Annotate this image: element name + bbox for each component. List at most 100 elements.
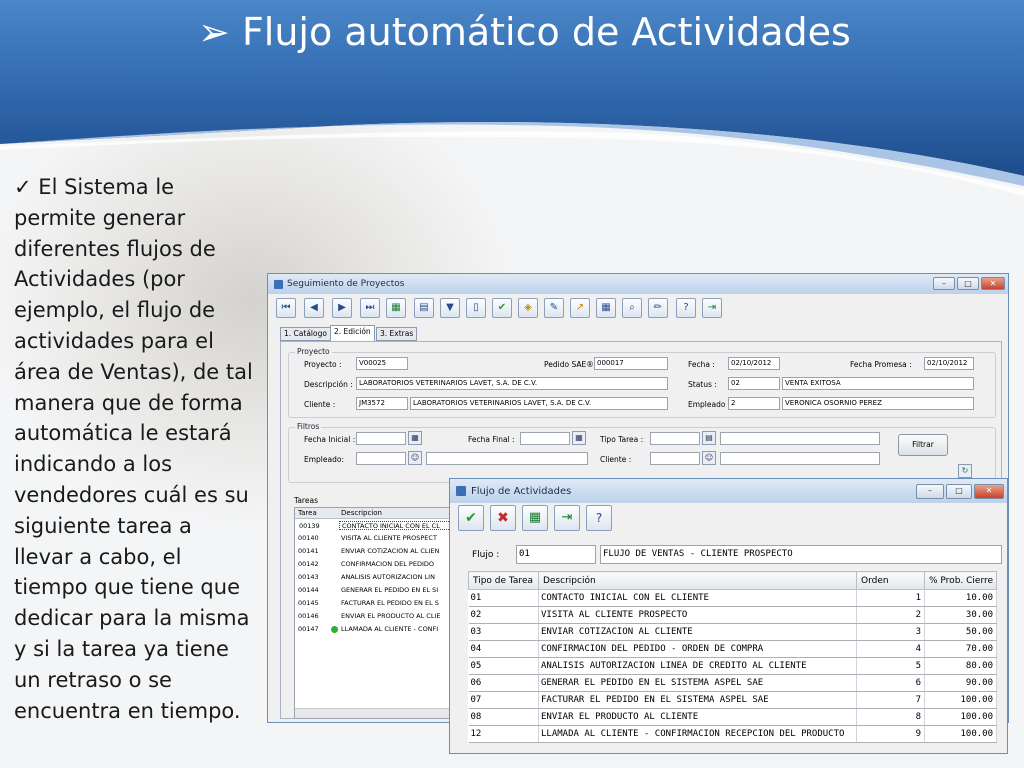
list-icon[interactable]: ▤ bbox=[702, 431, 716, 445]
col-tipo-tarea[interactable]: Tipo de Tarea bbox=[468, 571, 539, 590]
maximize-button[interactable]: □ bbox=[957, 277, 979, 290]
package-icon[interactable]: ◈ bbox=[518, 298, 538, 318]
filter-icon[interactable]: ▼ bbox=[440, 298, 460, 318]
close-button[interactable]: ✕ bbox=[974, 484, 1004, 499]
orden-cell: 4 bbox=[856, 640, 925, 658]
tab-edicion[interactable]: 2. Edición bbox=[330, 325, 375, 341]
horizontal-scrollbar[interactable] bbox=[295, 708, 453, 718]
tab-extras[interactable]: 3. Extras bbox=[376, 327, 418, 341]
last-record-icon[interactable]: ⏭ bbox=[360, 298, 380, 318]
table-row[interactable]: 00140 VISITA AL CLIENTE PROSPECT bbox=[295, 534, 453, 543]
tipo-tarea-desc-field[interactable] bbox=[720, 432, 880, 445]
fecha-final-field[interactable] bbox=[520, 432, 570, 445]
col-descripcion[interactable]: Descripción bbox=[538, 571, 857, 590]
cliente-code-field[interactable]: JM3572 bbox=[356, 397, 408, 410]
user-icon[interactable]: ☺ bbox=[408, 451, 422, 465]
table-row[interactable]: 00144 GENERAR EL PEDIDO EN EL SI bbox=[295, 586, 453, 595]
user-icon[interactable]: ☺ bbox=[702, 451, 716, 465]
tipo-tarea-field[interactable] bbox=[650, 432, 700, 445]
descripcion-cell: FACTURAR EL PEDIDO EN EL SISTEMA ASPEL S… bbox=[538, 691, 857, 709]
excel-icon[interactable]: ▦ bbox=[386, 298, 406, 318]
minimize-button[interactable]: – bbox=[933, 277, 955, 290]
table-row[interactable]: 08 ENVIAR EL PRODUCTO AL CLIENTE 8 100.00 bbox=[468, 708, 997, 726]
empleado-filter-field[interactable] bbox=[356, 452, 406, 465]
status-code-field[interactable]: 02 bbox=[728, 377, 780, 390]
refresh-icon[interactable]: ↻ bbox=[958, 464, 972, 478]
next-record-icon[interactable]: ▶ bbox=[332, 298, 352, 318]
table-row[interactable]: 00142 CONFIRMACION DEL PEDIDO bbox=[295, 560, 453, 569]
flujo-code-field[interactable]: 01 bbox=[516, 545, 596, 564]
descripcion-field[interactable]: LABORATORIOS VETERINARIOS LAVET, S.A. DE… bbox=[356, 377, 668, 390]
document-icon[interactable]: ▤ bbox=[414, 298, 434, 318]
empleado-code-field[interactable]: 2 bbox=[728, 397, 780, 410]
exit-icon[interactable]: ⇥ bbox=[554, 505, 580, 531]
table-row[interactable]: 00141 ENVIAR COTIZACION AL CLIEN bbox=[295, 547, 453, 556]
calendar-icon[interactable]: ▦ bbox=[408, 431, 422, 445]
descripcion-cell: FACTURAR EL PEDIDO EN EL S bbox=[341, 599, 439, 607]
table-row[interactable]: 00145 FACTURAR EL PEDIDO EN EL S bbox=[295, 599, 453, 608]
prob-cierre-cell: 50.00 bbox=[924, 623, 997, 641]
pencil-icon[interactable]: ✏ bbox=[648, 298, 668, 318]
tarea-cell: 00143 bbox=[298, 573, 319, 581]
flujo-name-field[interactable]: FLUJO DE VENTAS - CLIENTE PROSPECTO bbox=[600, 545, 1002, 564]
fecha-inicial-field[interactable] bbox=[356, 432, 406, 445]
filtrar-button[interactable]: Filtrar bbox=[898, 434, 948, 456]
help-icon[interactable]: ? bbox=[586, 505, 612, 531]
export-icon[interactable]: ↗ bbox=[570, 298, 590, 318]
empleado-filter-desc-field[interactable] bbox=[426, 452, 588, 465]
excel-icon[interactable]: ▦ bbox=[522, 505, 548, 531]
fecha-promesa-field[interactable]: 02/10/2012 bbox=[924, 357, 974, 370]
col-prob-cierre[interactable]: % Prob. Cierre bbox=[924, 571, 997, 590]
tareas-group-title: Tareas bbox=[294, 496, 318, 505]
table-row[interactable]: 00139 CONTACTO INICIAL CON EL CL bbox=[299, 521, 453, 530]
cliente-filter-desc-field[interactable] bbox=[720, 452, 880, 465]
table-row[interactable]: 07 FACTURAR EL PEDIDO EN EL SISTEMA ASPEL… bbox=[468, 691, 997, 709]
accept-icon[interactable]: ✔ bbox=[492, 298, 512, 318]
table-row[interactable]: 01 CONTACTO INICIAL CON EL CLIENTE 1 10.00 bbox=[468, 589, 997, 607]
proyecto-field[interactable]: V00025 bbox=[356, 357, 408, 370]
cancel-icon[interactable]: ✖ bbox=[490, 505, 516, 531]
status-field[interactable]: VENTA EXITOSA bbox=[782, 377, 974, 390]
table-row[interactable]: 02 VISITA AL CLIENTE PROSPECTO 2 30.00 bbox=[468, 606, 997, 624]
table-row[interactable]: 12 LLAMADA AL CLIENTE - CONFIRMACION RECE… bbox=[468, 725, 997, 743]
col-orden[interactable]: Orden bbox=[856, 571, 925, 590]
grid-icon[interactable]: ▦ bbox=[596, 298, 616, 318]
seguimiento-title: Seguimiento de Proyectos bbox=[287, 279, 405, 289]
slide-title: ➢ Flujo automático de Actividades bbox=[198, 10, 851, 54]
calendar-icon[interactable]: ▦ bbox=[572, 431, 586, 445]
empleado-field[interactable]: VERONICA OSORNIO PEREZ bbox=[782, 397, 974, 410]
accept-icon[interactable]: ✔ bbox=[458, 505, 484, 531]
tab-catalogo[interactable]: 1. Catálogo bbox=[280, 327, 331, 341]
table-row[interactable]: 05 ANALISIS AUTORIZACION LINEA DE CREDITO… bbox=[468, 657, 997, 675]
prev-record-icon[interactable]: ◀ bbox=[304, 298, 324, 318]
flujo-table: Tipo de Tarea Descripción Orden % Prob. … bbox=[468, 571, 997, 743]
descripcion-cell: ENVIAR COTIZACION AL CLIENTE bbox=[538, 623, 857, 641]
tipo-cell: 04 bbox=[468, 640, 539, 658]
help-icon[interactable]: ? bbox=[676, 298, 696, 318]
fecha-field[interactable]: 02/10/2012 bbox=[728, 357, 780, 370]
pedido-field[interactable]: 000017 bbox=[594, 357, 668, 370]
minimize-button[interactable]: – bbox=[916, 484, 944, 499]
close-button[interactable]: ✕ bbox=[981, 277, 1005, 290]
descripcion-cell: ANALISIS AUTORIZACION LIN bbox=[341, 573, 435, 581]
first-record-icon[interactable]: ⏮ bbox=[276, 298, 296, 318]
table-row[interactable]: 03 ENVIAR COTIZACION AL CLIENTE 3 50.00 bbox=[468, 623, 997, 641]
table-row[interactable]: 00147 LLAMADA AL CLIENTE - CONFI bbox=[295, 625, 453, 634]
table-row[interactable]: 00143 ANALISIS AUTORIZACION LIN bbox=[295, 573, 453, 582]
flujo-table-body: 01 CONTACTO INICIAL CON EL CLIENTE 1 10.00 0… bbox=[468, 589, 997, 743]
table-row[interactable]: 00146 ENVIAR EL PRODUCTO AL CLIE bbox=[295, 612, 453, 621]
table-row[interactable]: 06 GENERAR EL PEDIDO EN EL SISTEMA ASPEL … bbox=[468, 674, 997, 692]
cliente-field[interactable]: LABORATORIOS VETERINARIOS LAVET, S.A. DE… bbox=[410, 397, 668, 410]
descripcion-label: Descripción : bbox=[304, 380, 353, 389]
cliente-filter-field[interactable] bbox=[650, 452, 700, 465]
table-row[interactable]: 04 CONFIRMACION DEL PEDIDO - ORDEN DE COM… bbox=[468, 640, 997, 658]
edit-icon[interactable]: ✎ bbox=[544, 298, 564, 318]
new-icon[interactable]: ▯ bbox=[466, 298, 486, 318]
cliente-filter-label: Cliente : bbox=[600, 455, 632, 464]
maximize-button[interactable]: □ bbox=[946, 484, 972, 499]
exit-icon[interactable]: ⇥ bbox=[702, 298, 722, 318]
col-tarea: Tarea bbox=[298, 509, 317, 517]
tarea-cell: 00142 bbox=[298, 560, 319, 568]
search-icon[interactable]: ⌕ bbox=[622, 298, 642, 318]
app-icon bbox=[456, 486, 466, 496]
